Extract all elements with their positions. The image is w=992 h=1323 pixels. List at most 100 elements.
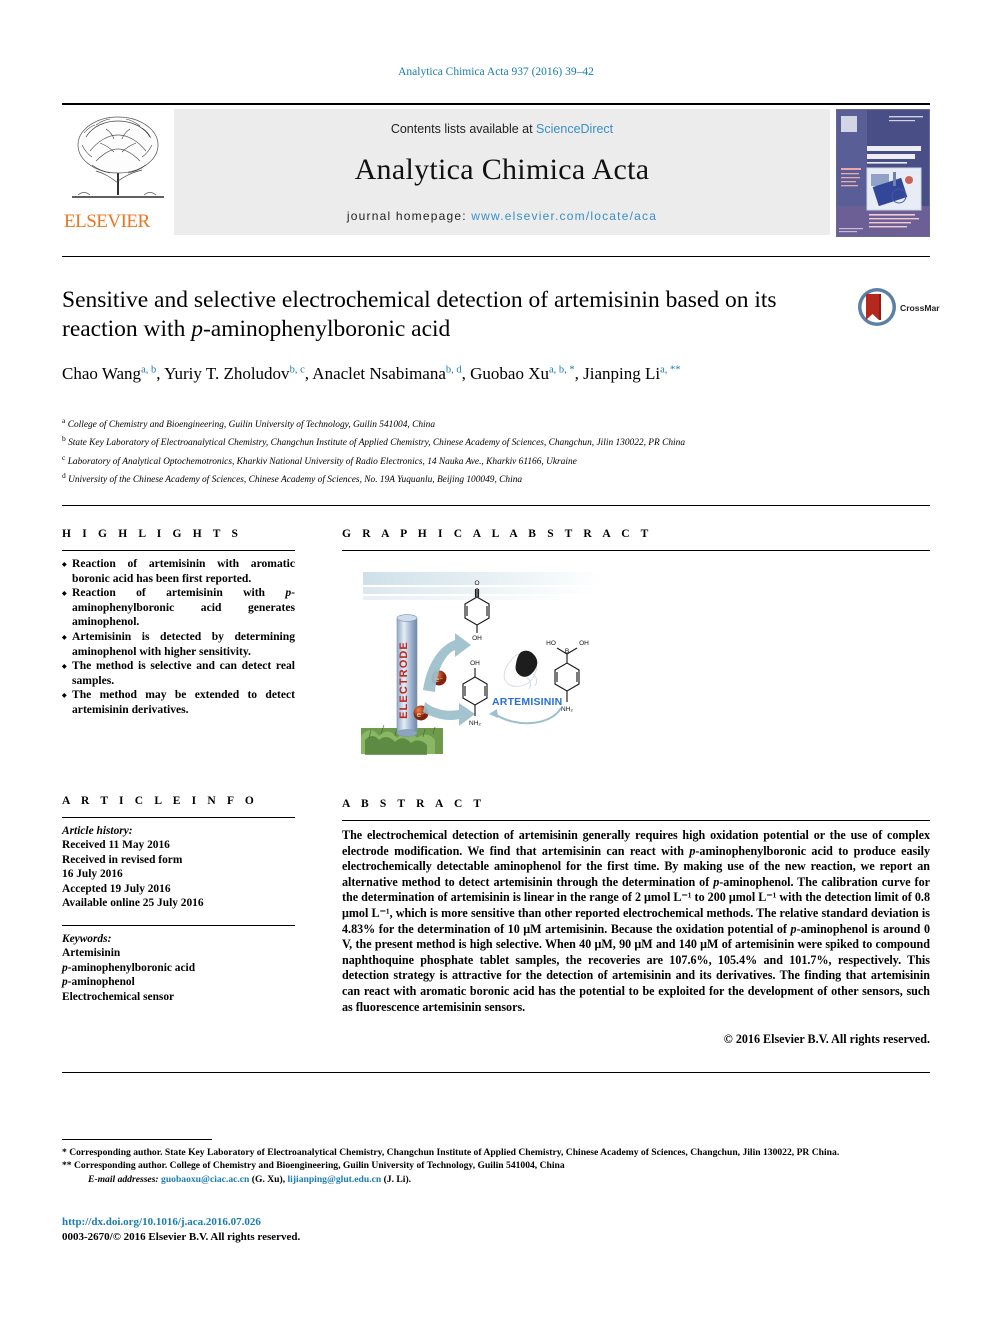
- highlight-text: The method may be extended to detect art…: [72, 688, 295, 716]
- email-addresses: E-mail addresses: guobaoxu@ciac.ac.cn (G…: [62, 1173, 942, 1186]
- title-italic-p: p: [191, 316, 203, 342]
- artemisinin-label: ARTEMISININ: [492, 696, 562, 708]
- author-sep: ,: [574, 363, 584, 383]
- boronic-oh-label: OH: [579, 640, 589, 647]
- graphical-abstract-heading: G R A P H I C A L A B S T R A C T: [342, 528, 653, 540]
- article-history-item: 16 July 2016: [62, 868, 123, 881]
- boronic-nh2-label: NH₂: [561, 706, 573, 713]
- list-item: Reaction of artemisinin with aromatic bo…: [62, 557, 295, 586]
- highlight-text: Reaction of artemisinin with: [72, 586, 286, 600]
- abstract-heading: A B S T R A C T: [342, 798, 486, 810]
- email-name-1: (G. Xu),: [251, 1173, 286, 1185]
- list-item: Reaction of artemisinin with p-aminophen…: [62, 586, 295, 630]
- aminophenol-oh-label: OH: [470, 660, 480, 667]
- author-affil-marks: b, c: [289, 364, 305, 375]
- journal-cover-thumbnail: [836, 109, 930, 237]
- email-label: E-mail addresses:: [88, 1173, 159, 1185]
- elsevier-wordmark: ELSEVIER: [64, 211, 150, 232]
- author-affil-marks: a, b, *: [549, 364, 575, 375]
- keyword-text: -aminophenylboronic acid: [67, 961, 196, 974]
- footnotes: * Corresponding author. State Key Labora…: [62, 1146, 942, 1186]
- author-item: Yuriy T. Zholudovb, c,: [164, 364, 312, 383]
- author-item: Anaclet Nsabimanab, d,: [312, 364, 470, 383]
- running-head: Analytica Chimica Acta 937 (2016) 39–42: [398, 66, 594, 78]
- quinone-oxygen-label: O: [474, 580, 479, 587]
- article-info-divider: [62, 817, 295, 818]
- affiliation-text: College of Chemistry and Bioengineering,…: [67, 420, 436, 431]
- affiliation-text: University of the Chinese Academy of Sci…: [68, 475, 523, 486]
- sciencedirect-band: Contents lists available at ScienceDirec…: [174, 109, 830, 235]
- crossmark-badge[interactable]: CrossMark: [856, 286, 945, 332]
- highlights-list: Reaction of artemisinin with aromatic bo…: [62, 557, 295, 718]
- email-link-2[interactable]: lijianping@glut.edu.cn: [288, 1174, 382, 1185]
- title-text-b: -aminophenylboronic acid: [202, 316, 451, 342]
- elsevier-tree-icon: [66, 111, 170, 207]
- highlight-text: Reaction of artemisinin with aromatic bo…: [72, 557, 295, 585]
- keyword-text: Artemisinin: [62, 947, 121, 960]
- list-item: The method is selective and can detect r…: [62, 659, 295, 688]
- list-item: The method may be extended to detect art…: [62, 688, 295, 717]
- journal-homepage-link[interactable]: www.elsevier.com/locate/aca: [471, 209, 657, 223]
- sciencedirect-link[interactable]: ScienceDirect: [536, 122, 613, 136]
- journal-homepage-label: journal homepage:: [346, 209, 472, 223]
- author-list: Chao Wanga, b, Yuriy T. Zholudovb, c, An…: [62, 358, 862, 385]
- elsevier-logo: ELSEVIER: [62, 109, 174, 235]
- email-link-1[interactable]: guobaoxu@ciac.ac.cn: [161, 1174, 249, 1185]
- boronic-ho-label: HO: [546, 640, 556, 647]
- abstract-text: The electrochemical detection of artemis…: [342, 828, 930, 1015]
- keywords-divider: [62, 925, 295, 926]
- author-affil-marks: a, b: [141, 364, 157, 375]
- article-history-item: Received in revised form: [62, 853, 183, 866]
- abstract-copyright: © 2016 Elsevier B.V. All rights reserved…: [723, 1032, 930, 1046]
- journal-homepage-line: journal homepage: www.elsevier.com/locat…: [174, 209, 830, 223]
- affiliation-item: b State Key Laboratory of Electroanalyti…: [62, 432, 892, 450]
- article-history-item: Available online 25 July 2016: [62, 897, 204, 910]
- list-item: Artemisinin is detected by determining a…: [62, 630, 295, 659]
- affiliation-mark: a: [62, 416, 66, 425]
- author-name: Chao Wang: [62, 363, 142, 383]
- highlight-text: The method is selective and can detect r…: [72, 659, 295, 687]
- affiliation-item: a College of Chemistry and Bioengineerin…: [62, 414, 892, 432]
- article-history-item: Received 11 May 2016: [62, 839, 170, 852]
- highlights-heading: H I G H L I G H T S: [62, 528, 243, 540]
- journal-masthead: ELSEVIER Contents lists available at Sci…: [62, 103, 930, 237]
- keyword-item: Electrochemical sensor: [62, 990, 295, 1004]
- affiliation-list: a College of Chemistry and Bioengineerin…: [62, 414, 892, 487]
- email-name-2: (J. Li).: [383, 1173, 412, 1185]
- affiliation-mark: c: [62, 452, 66, 462]
- author-name: Guobao Xu: [470, 363, 549, 383]
- content-divider: [62, 505, 930, 506]
- affiliation-text: State Key Laboratory of Electroanalytica…: [68, 438, 686, 449]
- author-item: Chao Wanga, b,: [62, 364, 164, 383]
- author-item: Jianping Lia, **: [583, 364, 680, 383]
- corresponding-author-1: * Corresponding author. State Key Labora…: [62, 1147, 840, 1158]
- boron-label: B: [565, 648, 569, 655]
- doi-link[interactable]: http://dx.doi.org/10.1016/j.aca.2016.07.…: [62, 1216, 261, 1228]
- author-sep: ,: [461, 363, 471, 383]
- title-divider: [62, 256, 930, 257]
- page-title: Sensitive and selective electrochemical …: [62, 286, 832, 344]
- author-name: Yuriy T. Zholudov: [164, 363, 290, 383]
- keywords-list: Keywords: Artemisinin p-aminophenylboron…: [62, 932, 295, 1004]
- affiliation-mark: b: [62, 434, 66, 444]
- article-info-heading: A R T I C L E I N F O: [62, 795, 258, 807]
- footnote-divider: [62, 1139, 212, 1140]
- highlight-text: Artemisinin is detected by determining a…: [72, 629, 295, 658]
- keyword-text: Electrochemical sensor: [62, 990, 175, 1003]
- article-history: Article history: Received 11 May 2016 Re…: [62, 824, 295, 910]
- aminophenol-nh2-label: NH₂: [469, 720, 481, 727]
- corresponding-author-2: ** Corresponding author. College of Chem…: [62, 1160, 565, 1172]
- electrode-label: ELECTRODE: [398, 641, 410, 719]
- affiliation-item: c Laboratory of Analytical Optochemotron…: [62, 451, 892, 469]
- paper-title-page: Analytica Chimica Acta 937 (2016) 39–42: [0, 0, 992, 1323]
- author-affil-marks: b, d: [445, 364, 462, 375]
- affiliation-text: Laboratory of Analytical Optochemotronic…: [67, 456, 577, 467]
- highlights-divider: [62, 550, 295, 551]
- keyword-text: -aminophenol: [67, 976, 135, 989]
- electrode-cylinder: ELECTRODE: [396, 614, 418, 737]
- article-history-label: Article history:: [62, 825, 133, 837]
- journal-title: Analytica Chimica Acta: [354, 153, 650, 186]
- author-affil-marks: a, **: [660, 364, 681, 375]
- author-sep: ,: [156, 363, 165, 383]
- crossmark-label: CrossMark: [900, 303, 940, 313]
